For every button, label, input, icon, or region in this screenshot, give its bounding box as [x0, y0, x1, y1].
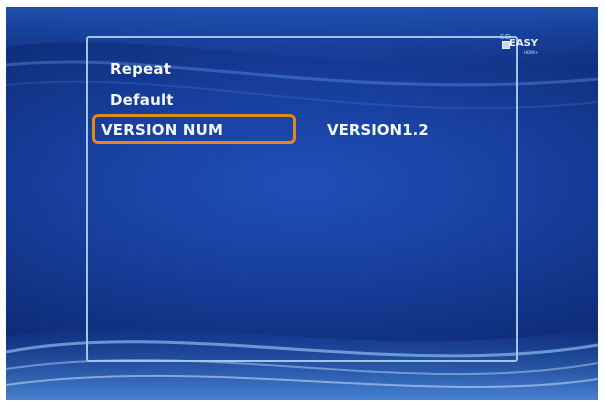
logo-sub-text: HDMI+ — [524, 50, 539, 55]
version-value: VERSION1.2 — [327, 121, 429, 139]
menu-item-version-num[interactable]: VERSION NUM — [92, 114, 296, 144]
menu-item-repeat[interactable]: Repeat — [110, 60, 171, 78]
brand-logo: SD EASY HDMI+ — [500, 33, 546, 57]
menu-item-default[interactable]: Default — [110, 91, 174, 109]
logo-main-text: EASY — [509, 38, 539, 49]
osd-screen: SD EASY HDMI+ — [6, 7, 598, 400]
menu-frame — [86, 36, 518, 362]
